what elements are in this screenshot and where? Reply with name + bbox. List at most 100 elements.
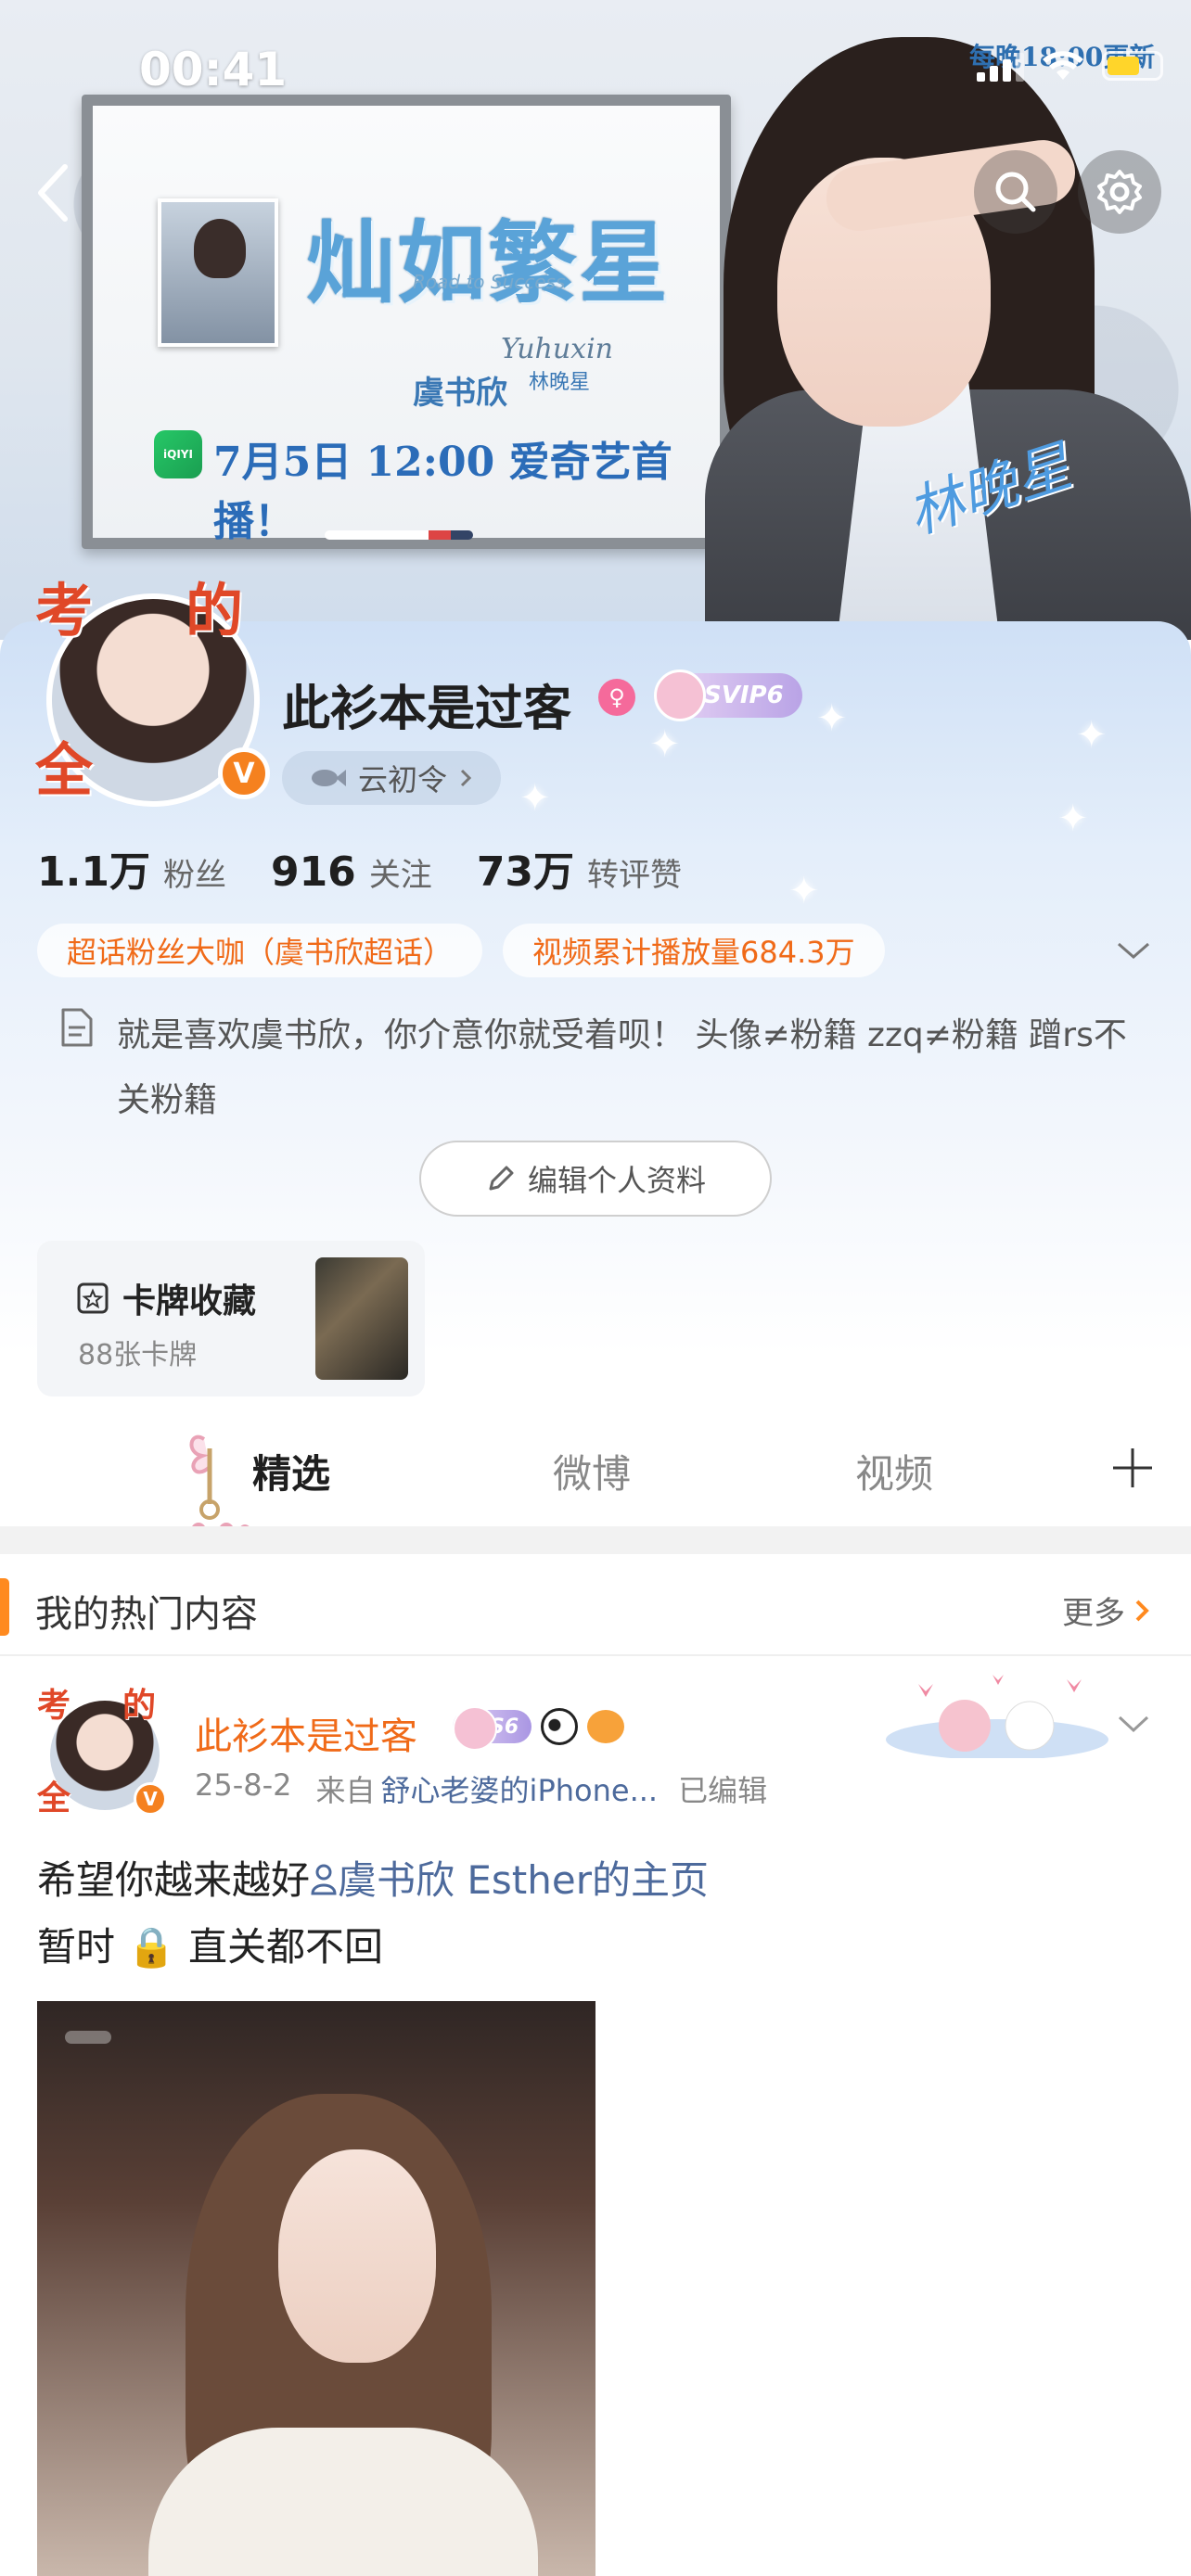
wifi-icon	[1043, 51, 1083, 80]
pencil-icon	[489, 1166, 514, 1191]
post-from-prefix: 来自	[315, 1773, 376, 1808]
avatar-frame-char: 全	[35, 736, 94, 804]
chevron-down-icon[interactable]	[1115, 1712, 1152, 1736]
search-button[interactable]	[974, 150, 1057, 234]
tag-supertopic-fan[interactable]: 超话粉丝大咖（虞书欣超话）	[37, 924, 483, 977]
whiteboard-photo	[158, 198, 278, 347]
sparkle-decoration: ✦	[816, 697, 848, 740]
role-name: 林晚星	[529, 371, 591, 394]
avatar-frame-char: 的	[186, 577, 244, 644]
sparkle-decoration: ✦	[788, 870, 820, 912]
stat-label: 关注	[368, 857, 432, 894]
sparkle-decoration: ✦	[1057, 797, 1089, 840]
stat-following[interactable]: 916 关注	[271, 848, 432, 896]
banner-whiteboard: 灿如繁星 Road to Success Yuhuxin 虞书欣 林晚星 iQI…	[82, 95, 731, 549]
profile-tags: 超话粉丝大咖（虞书欣超话） 视频累计播放量684.3万	[37, 924, 885, 977]
post-image[interactable]	[37, 2001, 596, 2576]
post-source[interactable]: 舒心老婆的iPhone...	[381, 1767, 659, 1810]
post-author-name[interactable]: 此衫本是过客	[195, 1706, 417, 1760]
status-time: 00:41	[139, 43, 288, 96]
sparkle-decoration: ✦	[1076, 714, 1108, 757]
profile-stats: 1.1万 粉丝 916 关注 73万 转评赞	[37, 838, 682, 898]
section-divider	[0, 1526, 1191, 1554]
post-text-prefix: 希望你越来越好	[37, 1857, 311, 1903]
avatar-frame-char: 全	[37, 1779, 71, 1817]
document-icon	[61, 1008, 93, 1047]
search-icon	[995, 172, 1036, 212]
post-text-line2: 暂时 🔒 直关都不回	[37, 1924, 383, 1970]
female-icon: ♀	[598, 679, 635, 716]
post-card[interactable]: 考 的 全 V 此衫本是过客 S6 25-8-2 来自 舒心老婆的iPhone.…	[0, 1656, 1191, 2576]
stat-label: 转评赞	[587, 857, 683, 894]
whiteboard-marker	[325, 530, 473, 540]
post-text-line: 希望你越来越好 虞书欣 Esther的主页	[37, 1847, 709, 1914]
card-collection-title: 卡牌收藏	[74, 1274, 256, 1322]
stat-followers[interactable]: 1.1万 粉丝	[37, 838, 226, 898]
stat-number: 1.1万	[37, 848, 150, 896]
drama-title: 灿如繁星	[306, 210, 670, 315]
profile-tabs: 精选 微博 视频	[0, 1409, 1191, 1537]
actor-name: 虞书欣	[413, 375, 507, 412]
verified-badge-icon: V	[218, 747, 270, 799]
yunling-button[interactable]: 云初令	[282, 751, 502, 805]
post-author-badges: S6	[453, 1706, 625, 1751]
chevron-right-icon	[1135, 1600, 1149, 1621]
profile-bio: 就是喜欢虞书欣，你介意你就受着呗！ 头像≠粉籍 zzq≠粉籍 蹭rs不关粉籍	[117, 1016, 1127, 1119]
stat-number: 916	[270, 848, 356, 896]
tab-featured[interactable]: 精选	[252, 1443, 330, 1499]
sparkle-decoration: ✦	[519, 777, 551, 820]
mention-link[interactable]: 虞书欣 Esther的主页	[338, 1857, 709, 1903]
fish-badge-icon	[587, 1710, 625, 1743]
air-date: 7月5日 12:00 爱奇艺首播！	[213, 439, 672, 545]
svip-pig-icon	[654, 670, 706, 721]
profile-page: 灿如繁星 Road to Success Yuhuxin 虞书欣 林晚星 iQI…	[0, 0, 1191, 2576]
tag-video-plays[interactable]: 视频累计播放量684.3万	[503, 924, 885, 977]
chevron-right-icon	[460, 769, 472, 787]
verified-badge-icon: V	[134, 1782, 167, 1816]
tab-video[interactable]: 视频	[855, 1443, 933, 1499]
svip-label: SVIP6	[704, 682, 784, 709]
card-star-icon	[77, 1282, 109, 1314]
yunling-label: 云初令	[358, 762, 448, 797]
banner-portrait	[705, 37, 1191, 640]
post-edited: 已编辑	[678, 1773, 768, 1808]
card-collection[interactable]: 卡牌收藏 88张卡牌	[37, 1241, 425, 1396]
settings-button[interactable]	[1078, 150, 1161, 234]
tab-weibo[interactable]: 微博	[553, 1443, 631, 1499]
post-date: 25-8-2	[195, 1767, 292, 1803]
panda-icon	[541, 1708, 579, 1745]
bunny-sticker-icon	[886, 1675, 1108, 1758]
status-icons	[977, 50, 1163, 82]
stat-reposts-likes[interactable]: 73万 转评赞	[477, 838, 682, 898]
hot-content-header: 我的热门内容 更多	[0, 1554, 1191, 1656]
iqiyi-logo-icon: iQIYI	[154, 430, 202, 478]
card-collection-label: 卡牌收藏	[122, 1282, 257, 1320]
gear-icon	[1097, 170, 1142, 214]
hot-accent-bar	[0, 1578, 9, 1636]
back-arrow-icon[interactable]	[28, 156, 83, 230]
hot-content-title: 我的热门内容	[35, 1593, 258, 1636]
card-thumbnail	[315, 1257, 408, 1380]
sparkle-decoration: ✦	[649, 723, 681, 766]
more-link[interactable]: 更多	[1062, 1588, 1151, 1633]
edit-profile-button[interactable]: 编辑个人资料	[419, 1141, 772, 1217]
avatar-frame-char: 考	[37, 1686, 71, 1725]
edit-profile-label: 编辑个人资料	[527, 1163, 706, 1198]
cellular-signal-icon	[977, 50, 1024, 82]
battery-icon	[1102, 51, 1163, 81]
signature-script: Yuhuxin	[501, 333, 613, 365]
avatar-frame-char: 的	[122, 1686, 157, 1725]
avatar[interactable]: 考 的 全 V	[28, 556, 270, 807]
post-meta: 25-8-2 来自 舒心老婆的iPhone... 已编辑	[195, 1767, 767, 1810]
fish-icon	[312, 770, 346, 786]
post-text: 希望你越来越好 虞书欣 Esther的主页 暂时 🔒 直关都不回	[37, 1847, 709, 1981]
post-avatar[interactable]: 考 的 全 V	[37, 1678, 167, 1817]
svip-level-badge[interactable]: S6	[453, 1706, 532, 1751]
drama-subtitle: Road to Success	[413, 271, 566, 293]
stat-number: 73万	[476, 848, 575, 896]
username: 此衫本是过客	[282, 682, 572, 737]
stat-label: 粉丝	[162, 857, 226, 894]
chevron-down-icon[interactable]	[1113, 937, 1154, 964]
plus-icon[interactable]	[1109, 1445, 1156, 1491]
svip-badge[interactable]: SVIP6	[654, 670, 802, 721]
